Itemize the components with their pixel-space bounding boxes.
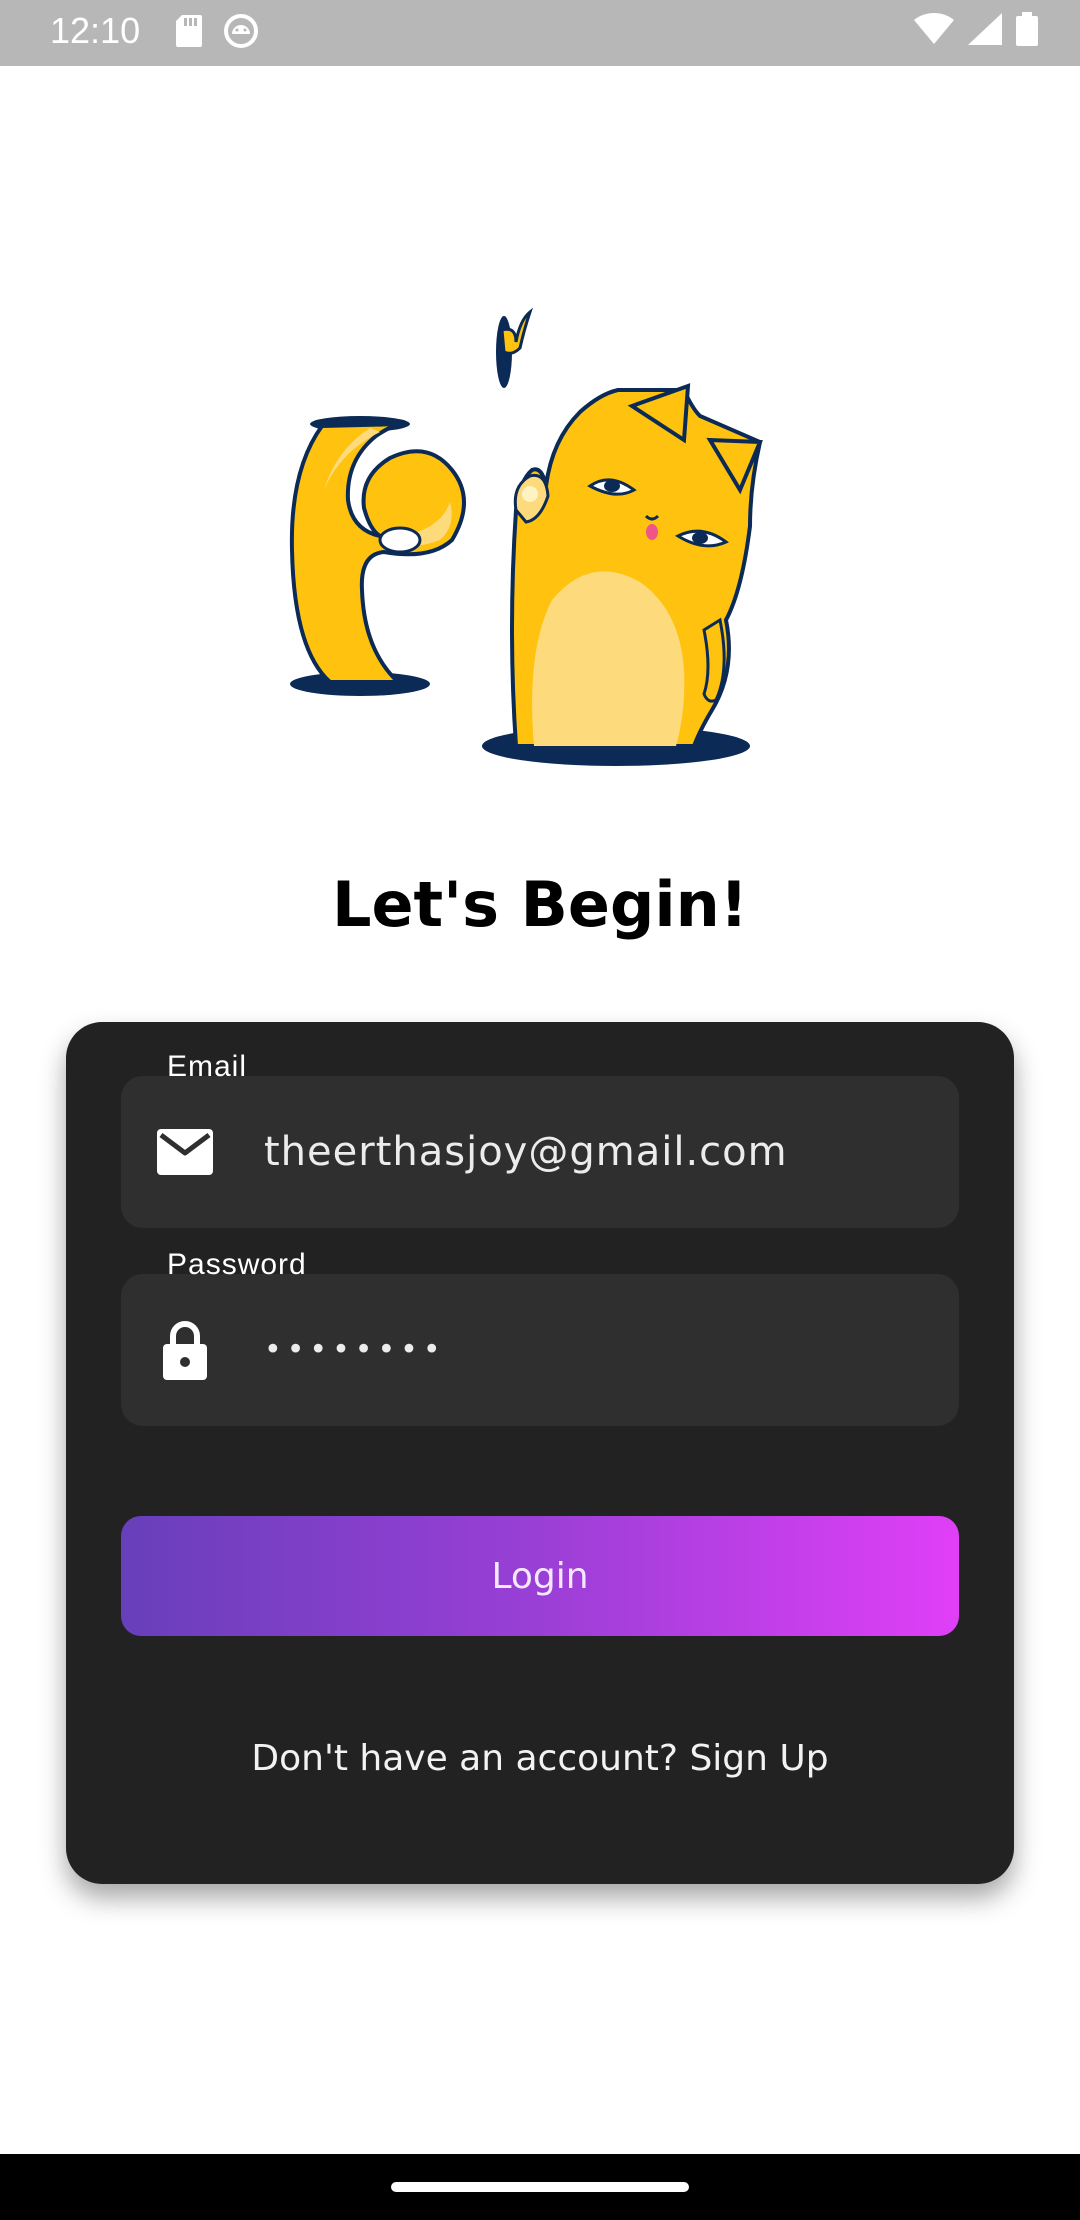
cat-body <box>482 383 763 766</box>
password-input[interactable]: •••••••• <box>264 1333 446 1368</box>
signup-link[interactable]: Don't have an account? Sign Up <box>66 1738 1014 1779</box>
page-title: Let's Begin! <box>331 868 749 941</box>
email-label: Email <box>167 1050 248 1083</box>
status-right-icons <box>914 12 1038 50</box>
status-time: 12:10 <box>50 10 141 51</box>
android-debug-icon <box>224 14 258 52</box>
wifi-icon <box>914 12 954 49</box>
home-gesture-handle[interactable] <box>391 2182 689 2192</box>
login-button[interactable]: Login <box>121 1516 959 1636</box>
lock-icon <box>157 1321 213 1380</box>
tail-tip-portal <box>496 307 534 388</box>
mail-icon <box>157 1124 213 1180</box>
sd-card-icon <box>176 15 202 51</box>
password-field[interactable]: Password •••••••• <box>121 1248 959 1426</box>
navigation-bar <box>0 2154 1080 2220</box>
status-bar: 12:10 <box>0 0 1080 66</box>
signal-icon <box>968 13 1002 49</box>
email-input[interactable]: theerthasjoy@gmail.com <box>264 1129 788 1175</box>
password-label: Password <box>167 1248 307 1281</box>
status-left-icons <box>176 14 258 52</box>
yellow-cat-illustration <box>280 290 780 780</box>
email-field[interactable]: Email theerthasjoy@gmail.com <box>121 1050 959 1228</box>
cat-tail <box>289 416 466 696</box>
battery-icon <box>1016 12 1038 50</box>
login-card: Email theerthasjoy@gmail.com Password ••… <box>66 1022 1014 1884</box>
